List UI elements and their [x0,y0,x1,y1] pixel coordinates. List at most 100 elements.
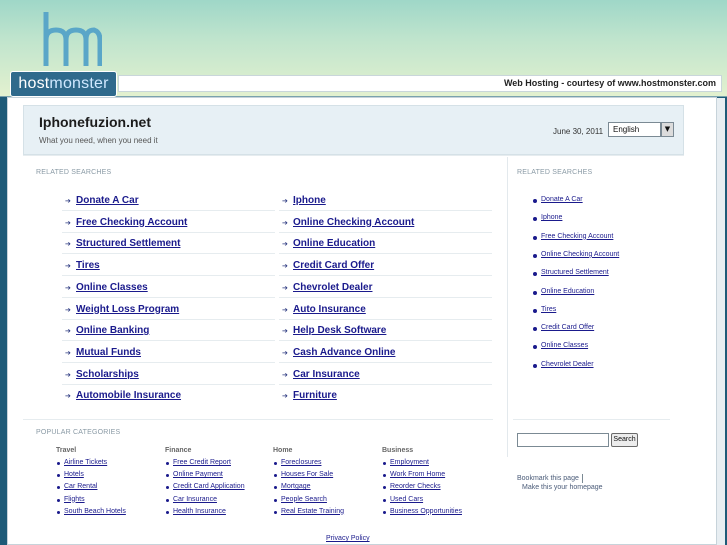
category-link[interactable]: Business Opportunities [390,508,462,515]
category-link[interactable]: Car Insurance [173,496,217,503]
row-divider [62,210,275,211]
category-link[interactable]: Reorder Checks [390,483,441,490]
category-heading: Home [273,447,293,454]
hostmonster-logo[interactable]: hostmonster [10,8,117,97]
arrow-icon: ➔ [282,262,288,271]
site-tagline: What you need, when you need it [39,136,158,145]
category-link[interactable]: South Beach Hotels [64,508,126,515]
bullet-icon [533,363,537,368]
hm-logo-icon [43,12,102,66]
site-header: hostmonster Web Hosting - courtesy of ww… [0,0,727,97]
bullet-icon [533,308,537,313]
related-search-link[interactable]: Online Education [293,238,375,249]
category-link[interactable]: Employment [390,459,429,466]
popular-categories-label: POPULAR CATEGORIES [36,429,121,436]
row-divider [279,383,492,385]
side-search-link[interactable]: Online Checking Account [541,251,619,258]
category-link[interactable]: Health Insurance [173,508,226,515]
category-link[interactable]: People Search [281,496,327,503]
side-search-link[interactable]: Online Classes [541,342,588,349]
related-search-link[interactable]: Structured Settlement [76,238,180,249]
related-search-link[interactable]: Automobile Insurance [76,390,181,401]
row-divider [62,296,275,298]
chevron-down-icon[interactable]: ▼ [661,122,674,137]
category-link[interactable]: Credit Card Application [173,483,245,490]
bullet-icon [166,474,169,478]
bullet-icon [57,474,60,478]
homepage-link[interactable]: Make this your homepage [522,484,603,491]
bookmark-link[interactable]: Bookmark this page [517,475,579,482]
side-search-link[interactable]: Credit Card Offer [541,324,594,331]
category-link[interactable]: Free Credit Report [173,459,231,466]
category-link[interactable]: Airline Tickets [64,459,107,466]
related-search-link[interactable]: Furniture [293,390,337,401]
site-title: Iphonefuzion.net [39,114,151,130]
parked-page: Iphonefuzion.net What you need, when you… [7,97,725,545]
related-search-link[interactable]: Credit Card Offer [293,260,374,271]
related-search-link[interactable]: Free Checking Account [76,217,187,228]
bullet-icon [274,510,277,514]
arrow-icon: ➔ [65,283,71,292]
bullet-icon [274,474,277,478]
privacy-policy-link[interactable]: Privacy Policy [326,535,370,542]
bullet-icon [533,199,537,203]
logo-wordmark: hostmonster [10,71,117,97]
search-button[interactable]: Search [611,433,638,447]
category-link[interactable]: Online Payment [173,471,223,478]
side-search-link[interactable]: Structured Settlement [541,269,609,276]
row-divider [62,253,275,255]
category-link[interactable]: Flights [64,496,85,503]
courtesy-banner[interactable]: Web Hosting - courtesy of www.hostmonste… [118,75,722,92]
divider [23,419,493,420]
bullet-icon [57,498,60,502]
bullet-icon [57,462,60,465]
category-link[interactable]: Foreclosures [281,459,321,466]
bullet-icon [383,498,386,502]
bullet-icon [166,462,169,465]
related-search-link[interactable]: Online Checking Account [293,217,414,228]
related-search-link[interactable]: Iphone [293,195,326,206]
side-search-link[interactable]: Tires [541,306,556,313]
category-heading: Finance [165,447,192,454]
util-divider [582,474,583,483]
related-search-link[interactable]: Weight Loss Program [76,304,179,315]
related-search-link[interactable]: Online Classes [76,282,148,293]
related-search-link[interactable]: Online Banking [76,325,149,336]
related-search-link[interactable]: Donate A Car [76,195,139,206]
side-search-link[interactable]: Donate A Car [541,196,583,203]
arrow-icon: ➔ [65,240,71,249]
category-link[interactable]: Used Cars [390,496,423,503]
search-input[interactable] [517,433,609,447]
related-search-link[interactable]: Car Insurance [293,369,360,380]
arrow-icon: ➔ [282,218,288,227]
arrow-icon: ➔ [65,218,71,227]
category-link[interactable]: Real Estate Training [281,508,344,515]
arrow-icon: ➔ [282,305,288,314]
bullet-icon [533,290,537,295]
category-link[interactable]: Work From Home [390,471,445,478]
category-link[interactable]: Mortgage [281,483,311,490]
language-select[interactable]: English [608,122,661,137]
category-link[interactable]: Car Rental [64,483,97,490]
category-link[interactable]: Houses For Sale [281,471,333,478]
related-search-link[interactable]: Cash Advance Online [293,347,395,358]
related-search-link[interactable]: Mutual Funds [76,347,141,358]
category-link[interactable]: Hotels [64,471,84,478]
related-search-link[interactable]: Auto Insurance [293,304,366,315]
bullet-icon [383,510,386,514]
related-search-link[interactable]: Chevrolet Dealer [293,282,372,293]
bullet-icon [533,327,537,332]
row-divider [279,275,492,277]
related-search-link[interactable]: Tires [76,260,100,271]
arrow-icon: ➔ [282,240,288,249]
side-search-link[interactable]: Iphone [541,214,562,221]
scrollbar[interactable] [717,98,725,545]
side-search-link[interactable]: Online Education [541,288,594,295]
related-search-link[interactable]: Help Desk Software [293,325,386,336]
divider [513,419,670,420]
side-search-link[interactable]: Free Checking Account [541,233,613,240]
bullet-icon [533,235,537,240]
related-search-link[interactable]: Scholarships [76,369,139,380]
side-search-link[interactable]: Chevrolet Dealer [541,361,594,368]
arrow-icon: ➔ [65,327,71,336]
